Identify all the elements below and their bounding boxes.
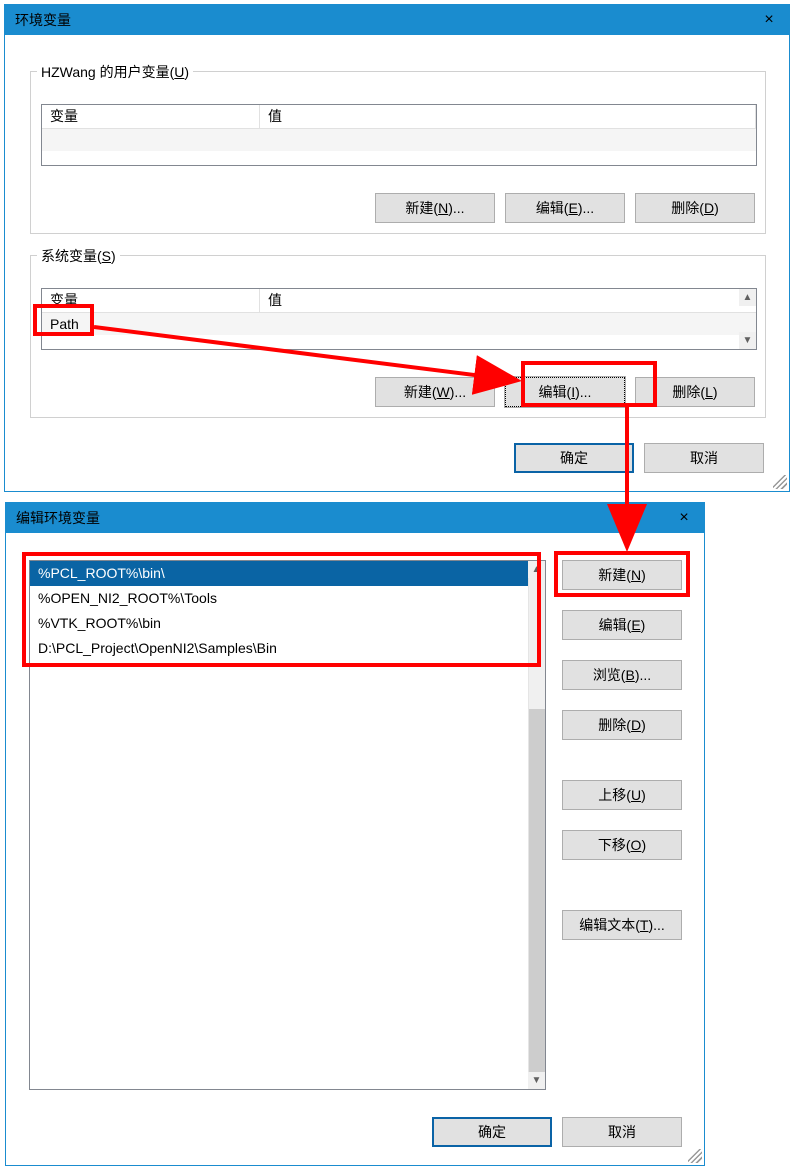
user-vars-group: HZWang 的用户变量(U) 变量 值 新建(N)... 编辑(E)... 删… [30, 71, 766, 234]
cancel-button[interactable]: 取消 [644, 443, 764, 473]
delete-user-button[interactable]: 删除(D) [635, 193, 755, 223]
th-value[interactable]: 值 [260, 289, 756, 312]
edit-user-button[interactable]: 编辑(E)... [505, 193, 625, 223]
table-header: 变量 值 [42, 289, 756, 313]
edit-sys-button[interactable]: 编辑(I)... [505, 377, 625, 407]
cell-path-value [260, 313, 756, 335]
delete-sys-button[interactable]: 删除(L) [635, 377, 755, 407]
path-listbox[interactable]: %PCL_ROOT%\bin\ %OPEN_NI2_ROOT%\Tools %V… [29, 560, 546, 1090]
scrollbar[interactable]: ▲ ▼ [528, 561, 545, 1089]
cell-path: Path [42, 313, 260, 335]
th-value[interactable]: 值 [260, 105, 756, 128]
new-button[interactable]: 新建(N) [562, 560, 682, 590]
ok-button[interactable]: 确定 [432, 1117, 552, 1147]
table-row[interactable]: Path [42, 313, 756, 335]
env-vars-window: 环境变量 × HZWang 的用户变量(U) 变量 值 新建(N)... 编辑(… [4, 4, 790, 492]
resize-grip-icon[interactable] [688, 1149, 702, 1163]
ok-button[interactable]: 确定 [514, 443, 634, 473]
titlebar-edit[interactable]: 编辑环境变量 × [6, 503, 704, 533]
scroll-up-icon[interactable]: ▲ [739, 289, 756, 306]
list-item[interactable]: D:\PCL_Project\OpenNI2\Samples\Bin [30, 636, 545, 661]
new-user-button[interactable]: 新建(N)... [375, 193, 495, 223]
list-item[interactable]: %VTK_ROOT%\bin [30, 611, 545, 636]
scroll-thumb[interactable] [529, 709, 545, 1073]
title-env: 环境变量 [15, 10, 71, 30]
title-edit: 编辑环境变量 [16, 508, 100, 528]
edit-button[interactable]: 编辑(E) [562, 610, 682, 640]
edit-env-window: 编辑环境变量 × %PCL_ROOT%\bin\ %OPEN_NI2_ROOT%… [5, 502, 705, 1166]
system-vars-table[interactable]: 变量 值 Path ▲ ▼ [41, 288, 757, 350]
browse-button[interactable]: 浏览(B)... [562, 660, 682, 690]
scroll-down-icon[interactable]: ▼ [528, 1072, 545, 1089]
close-icon[interactable]: × [664, 503, 704, 533]
th-variable[interactable]: 变量 [42, 105, 260, 128]
resize-grip-icon[interactable] [773, 475, 787, 489]
table-header: 变量 值 [42, 105, 756, 129]
th-variable[interactable]: 变量 [42, 289, 260, 312]
moveup-button[interactable]: 上移(U) [562, 780, 682, 810]
list-item[interactable]: %PCL_ROOT%\bin\ [30, 561, 545, 586]
user-vars-table[interactable]: 变量 值 [41, 104, 757, 166]
system-vars-label: 系统变量(S) [37, 246, 120, 266]
system-vars-group: 系统变量(S) 变量 值 Path ▲ ▼ 新建(W)... 编辑(I)... … [30, 255, 766, 418]
movedown-button[interactable]: 下移(O) [562, 830, 682, 860]
scroll-up-icon[interactable]: ▲ [528, 561, 545, 578]
user-vars-label: HZWang 的用户变量(U) [37, 62, 193, 82]
delete-button[interactable]: 删除(D) [562, 710, 682, 740]
list-item[interactable]: %OPEN_NI2_ROOT%\Tools [30, 586, 545, 611]
edittext-button[interactable]: 编辑文本(T)... [562, 910, 682, 940]
titlebar-env[interactable]: 环境变量 × [5, 5, 789, 35]
scroll-down-icon[interactable]: ▼ [739, 332, 756, 349]
cancel-button[interactable]: 取消 [562, 1117, 682, 1147]
close-icon[interactable]: × [749, 5, 789, 35]
table-row-empty [42, 129, 756, 151]
new-sys-button[interactable]: 新建(W)... [375, 377, 495, 407]
